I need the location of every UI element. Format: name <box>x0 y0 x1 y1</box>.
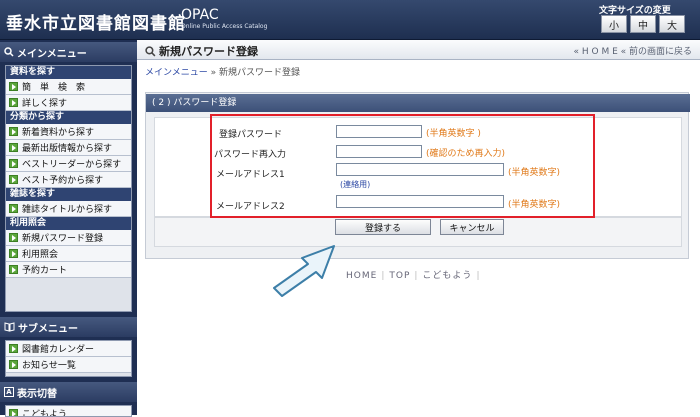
breadcrumb-current: 新規パスワード登録 <box>218 68 300 78</box>
breadcrumb-main-menu-link[interactable]: メインメニュー <box>145 68 208 78</box>
sidebar-item-label: 詳しく探す <box>22 99 68 109</box>
category-search: 資料を探す <box>6 66 131 79</box>
sub-menu-title: サブメニュー <box>18 323 78 335</box>
arrow-icon <box>9 143 18 152</box>
arrow-icon <box>9 82 18 91</box>
arrow-icon <box>9 360 18 369</box>
main-menu-title: メインメニュー <box>17 48 87 60</box>
footer-kids-link[interactable]: こどもよう <box>422 271 472 281</box>
sidebar-item-best-reader[interactable]: ベストリーダーから探す <box>6 156 131 172</box>
sidebar-item-latest-publications[interactable]: 最新出版情報から探す <box>6 140 131 156</box>
sidebar-item-magazine-title[interactable]: 雑誌タイトルから探す <box>6 201 131 217</box>
footer-separator: | <box>381 271 386 281</box>
sidebar-item-reserve-cart[interactable]: 予約カート <box>6 262 131 278</box>
arrow-icon <box>9 265 18 274</box>
search-icon <box>145 45 156 56</box>
arrow-icon <box>9 175 18 184</box>
arrow-icon <box>9 127 18 136</box>
sidebar-item-label: ベスト予約から探す <box>22 176 104 186</box>
sidebar-item-new-arrivals[interactable]: 新着資料から探す <box>6 124 131 140</box>
sidebar-item-label: お知らせ一覧 <box>22 361 76 371</box>
arrow-icon <box>9 159 18 168</box>
breadcrumb-separator: » <box>207 68 219 78</box>
sidebar: メインメニュー 資料を探す 簡 単 検 索 詳しく探す 分類から探す 新着資料か… <box>0 40 137 417</box>
sidebar-item-label: 新着資料から探す <box>22 128 95 138</box>
category-magazine: 雑誌を探す <box>6 188 131 201</box>
cancel-button[interactable]: キャンセル <box>440 219 504 235</box>
opac-logo: OPAC <box>181 7 219 23</box>
font-size-small-button[interactable]: 小 <box>601 15 627 33</box>
sidebar-item-kids[interactable]: こどもよう <box>6 406 131 417</box>
sidebar-item-simple-search[interactable]: 簡 単 検 索 <box>6 79 131 95</box>
font-size-medium-button[interactable]: 中 <box>630 15 656 33</box>
book-icon <box>4 322 15 332</box>
page-title: 新規パスワード登録 <box>159 45 258 58</box>
display-switch-title: 表示切替 <box>17 388 57 400</box>
submit-button[interactable]: 登録する <box>335 219 431 235</box>
section-title: ( 2 ) パスワード登録 <box>146 94 690 112</box>
display-icon: A <box>4 387 14 397</box>
footer-top-link[interactable]: TOP <box>389 271 410 281</box>
arrow-icon <box>9 98 18 107</box>
arrow-icon <box>9 249 18 258</box>
sidebar-item-label: 雑誌タイトルから探す <box>22 205 113 215</box>
breadcrumb: メインメニュー » 新規パスワード登録 <box>145 65 300 78</box>
sidebar-item-label: ベストリーダーから探す <box>22 160 122 170</box>
sidebar-item-detail-search[interactable]: 詳しく探す <box>6 95 131 111</box>
arrow-icon <box>9 204 18 213</box>
sidebar-item-label: こどもよう <box>22 410 68 417</box>
footer-separator: | <box>414 271 419 281</box>
sidebar-item-label: 予約カート <box>22 266 68 276</box>
sidebar-item-notices[interactable]: お知らせ一覧 <box>6 357 131 373</box>
page-header: 新規パスワード登録 « H O M E « 前の画面に戻る <box>137 40 700 60</box>
pointer-arrow-icon <box>273 245 335 297</box>
main-menu-box: 資料を探す 簡 単 検 索 詳しく探す 分類から探す 新着資料から探す 最新出版… <box>5 65 132 312</box>
site-title[interactable]: 垂水市立図書館図書館 <box>6 9 186 34</box>
footer-links: HOME | TOP | こどもよう | <box>346 268 484 281</box>
arrow-icon <box>9 409 18 416</box>
category-usage: 利用照会 <box>6 217 131 230</box>
highlight-frame <box>210 114 595 218</box>
sidebar-item-best-reserve[interactable]: ベスト予約から探す <box>6 172 131 188</box>
footer-separator: | <box>476 271 481 281</box>
arrow-icon <box>9 233 18 242</box>
sidebar-item-label: 利用照会 <box>22 250 59 260</box>
sidebar-item-label: 新規パスワード登録 <box>22 234 104 244</box>
sidebar-item-calendar[interactable]: 図書館カレンダー <box>6 341 131 357</box>
sidebar-item-label: 簡 単 検 索 <box>22 83 86 93</box>
font-size-large-button[interactable]: 大 <box>659 15 685 33</box>
main-menu-heading: メインメニュー <box>0 42 137 62</box>
sidebar-item-usage-inquiry[interactable]: 利用照会 <box>6 246 131 262</box>
display-switch-heading: A 表示切替 <box>0 382 137 402</box>
sidebar-item-new-password[interactable]: 新規パスワード登録 <box>6 230 131 246</box>
page-title-wrap: 新規パスワード登録 <box>145 43 258 59</box>
arrow-icon <box>9 344 18 353</box>
sidebar-item-label: 図書館カレンダー <box>22 345 95 355</box>
category-classify: 分類から探す <box>6 111 131 124</box>
top-nav-links[interactable]: « H O M E « 前の画面に戻る <box>574 44 692 57</box>
site-header: 垂水市立図書館図書館 OPAC Online Public Access Cat… <box>0 0 700 40</box>
footer-home-link[interactable]: HOME <box>346 271 377 281</box>
sub-menu-box: 図書館カレンダー お知らせ一覧 <box>5 340 132 377</box>
font-size-switcher: 小 中 大 <box>601 15 685 33</box>
search-icon <box>4 47 14 57</box>
sub-menu-heading: サブメニュー <box>0 317 137 337</box>
opac-subtitle: Online Public Access Catalog <box>181 23 268 30</box>
sidebar-item-label: 最新出版情報から探す <box>22 144 113 154</box>
display-switch-box: こどもよう <box>5 405 132 417</box>
